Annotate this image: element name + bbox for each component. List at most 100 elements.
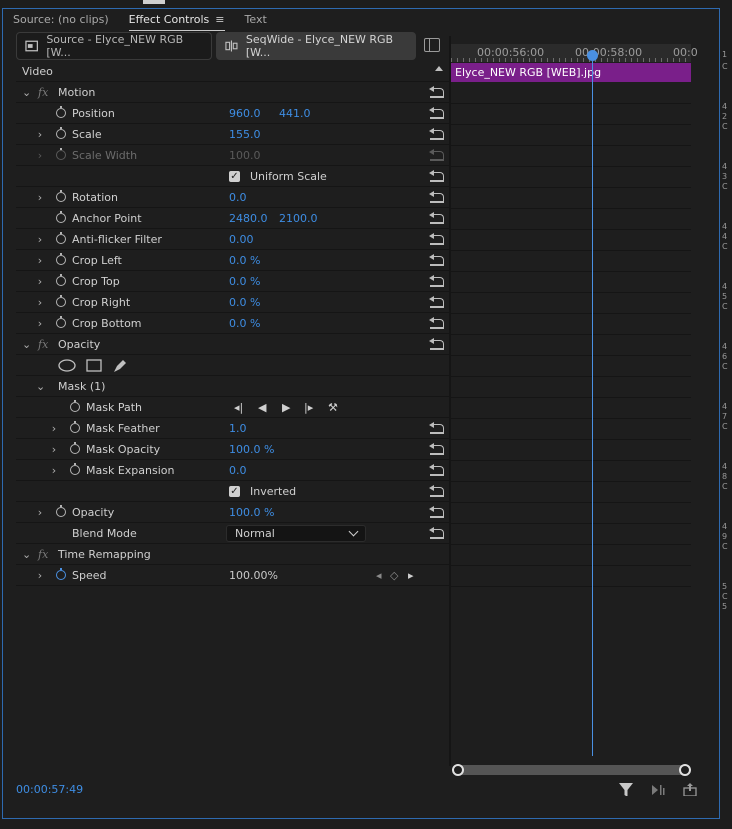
fx-icon[interactable]: fx [38,86,48,99]
reset-icon[interactable] [429,485,445,497]
timeline-ruler[interactable]: 00:00:56:00 00:00:58:00 00:0 [451,44,698,62]
tab-text[interactable]: Text [235,9,277,33]
crop-right-value[interactable]: 0.0 % [229,296,260,309]
reset-icon[interactable] [429,317,445,329]
play-audio-icon[interactable] [650,782,666,796]
antiflicker-value[interactable]: 0.00 [229,233,254,246]
uniform-scale-checkbox[interactable]: ✓ [229,170,240,182]
playhead-line[interactable] [592,52,593,756]
mask-expansion-value[interactable]: 0.0 [229,464,247,477]
chevron-right-icon[interactable]: › [36,191,44,204]
wrench-icon[interactable]: ⚒ [328,401,338,414]
stopwatch-icon[interactable] [56,295,66,307]
stopwatch-icon[interactable] [56,190,66,202]
source-clip-tab[interactable]: Source - Elyce_NEW RGB [W... [16,32,212,60]
speed-value[interactable]: 100.00% [229,569,278,582]
chevron-right-icon[interactable]: › [36,233,44,246]
crop-left-value[interactable]: 0.0 % [229,254,260,267]
chevron-right-icon[interactable]: › [36,296,44,309]
track-backward-icon[interactable]: ◀ [258,401,266,414]
crop-bottom-value[interactable]: 0.0 % [229,317,260,330]
export-icon[interactable] [682,782,698,796]
blend-mode-select[interactable]: Normal [226,525,366,542]
track-forward-one-icon[interactable]: |▸ [304,401,313,414]
tab-source[interactable]: Source: (no clips) [3,9,119,33]
mask-opacity-value[interactable]: 100.0 % [229,443,274,456]
reset-icon[interactable] [429,422,445,434]
keyframe-area[interactable] [451,83,691,587]
mask-feather-value[interactable]: 1.0 [229,422,247,435]
playhead-handle[interactable] [587,50,598,61]
stopwatch-icon[interactable] [56,568,66,580]
anchor-x-value[interactable]: 2480.0 [229,212,268,225]
chevron-right-icon[interactable]: › [36,275,44,288]
chevron-right-icon[interactable]: › [50,443,58,456]
add-keyframe-icon[interactable]: ◇ [390,569,398,582]
rotation-value[interactable]: 0.0 [229,191,247,204]
reset-icon[interactable] [429,254,445,266]
stopwatch-icon[interactable] [56,316,66,328]
chevron-down-icon[interactable]: ⌄ [22,548,31,561]
ellipse-mask-icon[interactable] [58,359,76,372]
filter-icon[interactable] [618,782,634,796]
chevron-right-icon[interactable]: › [36,128,44,141]
chevron-right-icon[interactable]: › [36,569,44,582]
tab-effect-controls[interactable]: Effect Controls ≡ [119,9,235,33]
fx-icon[interactable]: fx [38,338,48,351]
next-keyframe-icon[interactable]: ▸ [408,569,414,582]
position-x-value[interactable]: 960.0 [229,107,261,120]
reset-icon[interactable] [429,233,445,245]
chevron-right-icon[interactable]: › [36,506,44,519]
timeline-clip[interactable]: Elyce_NEW RGB [WEB].jpg [451,63,691,82]
mask-group[interactable]: ⌄ Mask (1) [16,376,449,397]
rectangle-mask-icon[interactable] [86,359,102,372]
reset-icon[interactable] [429,191,445,203]
sequence-clip-tab[interactable]: SeqWide - Elyce_NEW RGB [W... [216,32,416,60]
reset-icon[interactable] [429,170,445,182]
stopwatch-icon[interactable] [56,505,66,517]
reset-icon[interactable] [429,212,445,224]
effect-time-remapping[interactable]: ⌄ fx Time Remapping [16,544,449,565]
stopwatch-icon[interactable] [70,421,80,433]
reset-icon[interactable] [429,275,445,287]
scale-value[interactable]: 155.0 [229,128,261,141]
reset-icon[interactable] [429,128,445,140]
collapse-up-icon[interactable] [435,66,443,71]
reset-icon[interactable] [429,86,445,98]
reset-icon[interactable] [429,527,445,539]
track-forward-icon[interactable]: ▶ [282,401,290,414]
current-timecode[interactable]: 00:00:57:49 [16,783,83,796]
track-backward-one-icon[interactable]: ◂| [234,401,243,414]
fx-icon[interactable]: fx [38,548,48,561]
chevron-right-icon[interactable]: › [36,317,44,330]
opacity-value[interactable]: 100.0 % [229,506,274,519]
reset-icon[interactable] [429,107,445,119]
reset-icon[interactable] [429,443,445,455]
anchor-y-value[interactable]: 2100.0 [279,212,318,225]
stopwatch-icon[interactable] [56,232,66,244]
zoom-handle-right[interactable] [679,764,691,776]
prev-keyframe-icon[interactable]: ◂ [376,569,382,582]
crop-top-value[interactable]: 0.0 % [229,275,260,288]
stopwatch-icon[interactable] [70,442,80,454]
effect-motion[interactable]: ⌄ fx Motion [16,82,449,103]
chevron-down-icon[interactable]: ⌄ [22,338,31,351]
panel-menu-icon[interactable]: ≡ [215,13,224,26]
zoom-handle-left[interactable] [452,764,464,776]
chevron-right-icon[interactable]: › [50,464,58,477]
chevron-right-icon[interactable]: › [36,254,44,267]
reset-icon[interactable] [429,296,445,308]
reset-icon[interactable] [429,338,445,350]
effect-opacity[interactable]: ⌄ fx Opacity [16,334,449,355]
toggle-timeline-icon[interactable] [424,38,440,52]
chevron-down-icon[interactable]: ⌄ [22,86,31,99]
inverted-checkbox[interactable]: ✓ [229,485,240,497]
chevron-right-icon[interactable]: › [50,422,58,435]
chevron-down-icon[interactable]: ⌄ [36,380,45,393]
stopwatch-icon[interactable] [70,400,80,412]
reset-icon[interactable] [429,464,445,476]
stopwatch-icon[interactable] [56,274,66,286]
stopwatch-icon[interactable] [56,106,66,118]
stopwatch-icon[interactable] [56,211,66,223]
stopwatch-icon[interactable] [56,253,66,265]
